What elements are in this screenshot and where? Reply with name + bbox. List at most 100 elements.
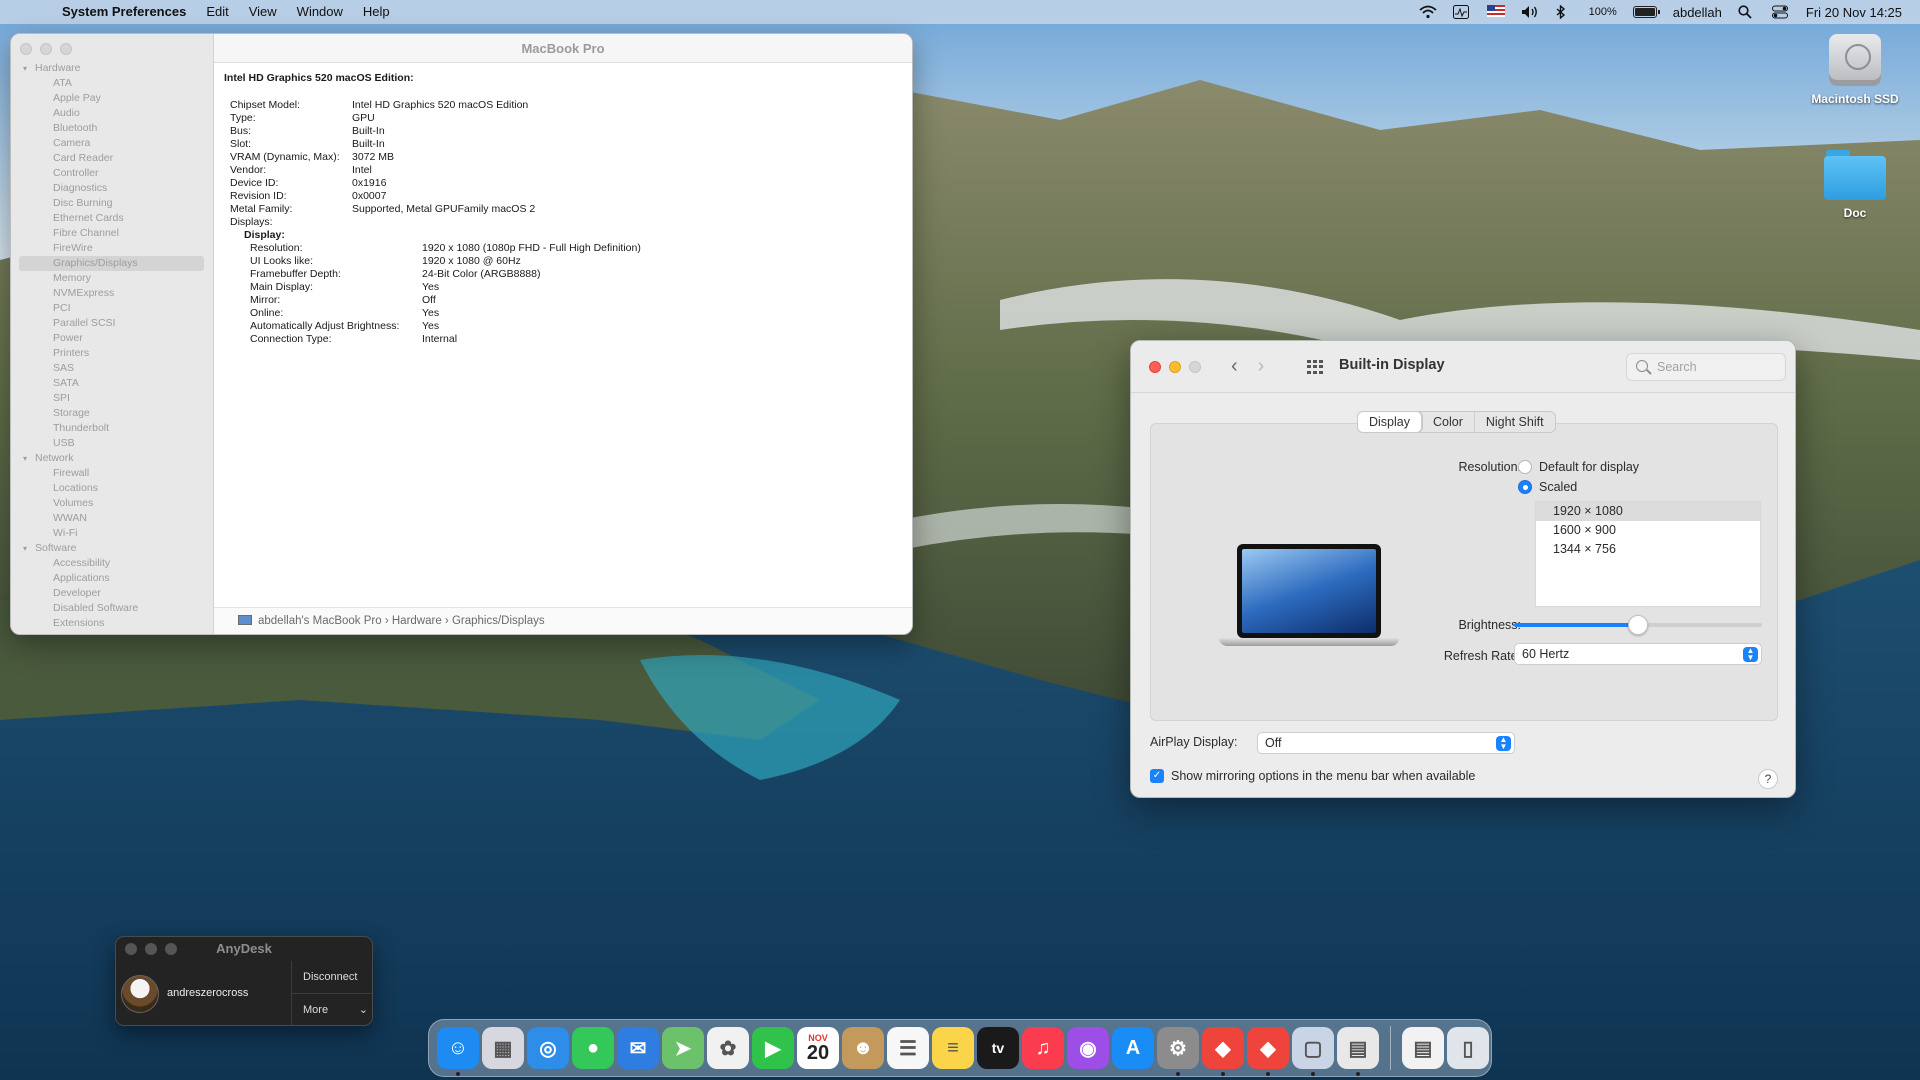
tree-item-nvmexpress[interactable]: NVMExpress (11, 286, 214, 301)
tree-item-storage[interactable]: Storage (11, 406, 214, 421)
tree-item-firewire[interactable]: FireWire (11, 241, 214, 256)
mail-icon[interactable]: ✉ (617, 1027, 659, 1069)
tv-icon[interactable]: tv (977, 1027, 1019, 1069)
tree-item-applications[interactable]: Applications (11, 571, 214, 586)
tree-item-thunderbolt[interactable]: Thunderbolt (11, 421, 214, 436)
tree-item-audio[interactable]: Audio (11, 106, 214, 121)
tree-item-disc-burning[interactable]: Disc Burning (11, 196, 214, 211)
volume-icon[interactable] (1521, 5, 1539, 19)
tab-night-shift[interactable]: Night Shift (1475, 412, 1555, 432)
tree-item-power[interactable]: Power (11, 331, 214, 346)
tree-item-spi[interactable]: SPI (11, 391, 214, 406)
battery-icon[interactable] (1632, 6, 1660, 18)
radio-scaled[interactable]: Scaled (1518, 480, 1577, 494)
zoom-button[interactable] (60, 43, 72, 55)
tree-item-pci[interactable]: PCI (11, 301, 214, 316)
minimize-button[interactable] (1169, 361, 1181, 373)
finder-icon[interactable]: ☺ (437, 1027, 479, 1076)
tree-item-developer[interactable]: Developer (11, 586, 214, 601)
music-icon[interactable]: ♫ (1022, 1027, 1064, 1069)
refresh-rate-popup[interactable]: 60 Hertz ▲ ▼ (1514, 643, 1762, 665)
tree-group-network[interactable]: ▾ Network (11, 451, 214, 466)
tree-item-locations[interactable]: Locations (11, 481, 214, 496)
calendar-icon[interactable]: NOV 20 (797, 1027, 839, 1069)
podcasts-icon[interactable]: ◉ (1067, 1027, 1109, 1069)
tree-item-wwan[interactable]: WWAN (11, 511, 214, 526)
minimize-button[interactable] (145, 943, 157, 955)
tree-item-printers[interactable]: Printers (11, 346, 214, 361)
forward-arrow-icon[interactable]: › (1258, 355, 1265, 378)
help-button[interactable]: ? (1758, 769, 1778, 789)
tree-item-controller[interactable]: Controller (11, 166, 214, 181)
tab-display[interactable]: Display (1358, 412, 1422, 432)
tree-item-apple-pay[interactable]: Apple Pay (11, 91, 214, 106)
launchpad-icon[interactable]: ▦ (482, 1027, 524, 1069)
tree-item-accessibility[interactable]: Accessibility (11, 556, 214, 571)
slider-knob[interactable] (1628, 615, 1648, 635)
more-button[interactable]: More ⌄ (292, 994, 372, 1025)
desktop-icon-doc[interactable]: Doc (1800, 150, 1910, 220)
tree-item-diagnostics[interactable]: Diagnostics (11, 181, 214, 196)
tree-group-software[interactable]: ▾ Software (11, 541, 214, 556)
menu-user[interactable]: abdellah (1673, 5, 1722, 20)
tree-item-sata[interactable]: SATA (11, 376, 214, 391)
tree-item-graphics-displays[interactable]: Graphics/Displays (19, 256, 204, 271)
facetime-icon[interactable]: ▶ (752, 1027, 794, 1069)
menu-clock[interactable]: Fri 20 Nov 14:25 (1806, 5, 1902, 20)
preview-icon[interactable]: ▢ (1292, 1027, 1334, 1076)
zoom-button[interactable] (165, 943, 177, 955)
back-arrow-icon[interactable]: ‹ (1231, 355, 1238, 378)
airplay-display-popup[interactable]: Off ▲ ▼ (1257, 732, 1515, 754)
close-button[interactable] (20, 43, 32, 55)
tree-item-disabled-software[interactable]: Disabled Software (11, 601, 214, 616)
resolution-option[interactable]: 1920 × 1080 (1536, 502, 1760, 521)
tree-item-wi-fi[interactable]: Wi-Fi (11, 526, 214, 541)
minimize-button[interactable] (40, 43, 52, 55)
control-center-icon[interactable] (1771, 5, 1790, 19)
tree-item-sas[interactable]: SAS (11, 361, 214, 376)
resolution-option[interactable]: 1600 × 900 (1536, 521, 1760, 540)
tree-item-ethernet-cards[interactable]: Ethernet Cards (11, 211, 214, 226)
menu-window[interactable]: Window (287, 0, 353, 24)
menu-help[interactable]: Help (353, 0, 400, 24)
reminders-icon[interactable]: ☰ (887, 1027, 929, 1069)
trash-icon[interactable]: ▯ (1447, 1027, 1489, 1069)
path-text[interactable]: abdellah's MacBook Pro › Hardware › Grap… (258, 615, 545, 627)
system-preferences-icon[interactable]: ⚙ (1157, 1027, 1199, 1076)
tree-item-card-reader[interactable]: Card Reader (11, 151, 214, 166)
tree-item-camera[interactable]: Camera (11, 136, 214, 151)
menu-edit[interactable]: Edit (196, 0, 238, 24)
show-all-grid-icon[interactable] (1307, 360, 1323, 374)
app-store-icon[interactable]: A (1112, 1027, 1154, 1069)
spotlight-search-icon[interactable] (1738, 5, 1756, 19)
tree-item-usb[interactable]: USB (11, 436, 214, 451)
close-button[interactable] (1149, 361, 1161, 373)
tab-color[interactable]: Color (1422, 412, 1475, 432)
tree-item-volumes[interactable]: Volumes (11, 496, 214, 511)
anydesk-icon[interactable]: ◆ (1202, 1027, 1244, 1076)
tree-item-memory[interactable]: Memory (11, 271, 214, 286)
safari-icon[interactable]: ◎ (527, 1027, 569, 1069)
anydesk-2-icon[interactable]: ◆ (1247, 1027, 1289, 1076)
radio-default-for-display[interactable]: Default for display (1518, 460, 1639, 474)
tree-item-ata[interactable]: ATA (11, 76, 214, 91)
maps-icon[interactable]: ➤ (662, 1027, 704, 1069)
activity-monitor-icon[interactable] (1452, 5, 1471, 19)
mirroring-options-checkbox[interactable]: ✓ Show mirroring options in the menu bar… (1150, 769, 1475, 783)
disconnect-button[interactable]: Disconnect (292, 961, 372, 994)
wifi-icon[interactable] (1419, 5, 1437, 19)
resolution-option[interactable]: 1344 × 756 (1536, 540, 1760, 559)
tree-group-hardware[interactable]: ▾ Hardware (11, 61, 214, 76)
desktop-icon-macintosh-ssd[interactable]: Macintosh SSD (1800, 34, 1910, 106)
us-flag-icon[interactable] (1486, 5, 1505, 19)
brightness-slider[interactable] (1514, 615, 1762, 635)
tree-item-parallel-scsi[interactable]: Parallel SCSI (11, 316, 214, 331)
tree-item-fibre-channel[interactable]: Fibre Channel (11, 226, 214, 241)
document-stack-icon[interactable]: ▤ (1402, 1027, 1444, 1069)
bluetooth-icon[interactable] (1555, 4, 1573, 20)
tree-item-firewall[interactable]: Firewall (11, 466, 214, 481)
zoom-button[interactable] (1189, 361, 1201, 373)
tree-item-bluetooth[interactable]: Bluetooth (11, 121, 214, 136)
menu-view[interactable]: View (239, 0, 287, 24)
tree-item-extensions[interactable]: Extensions (11, 616, 214, 631)
